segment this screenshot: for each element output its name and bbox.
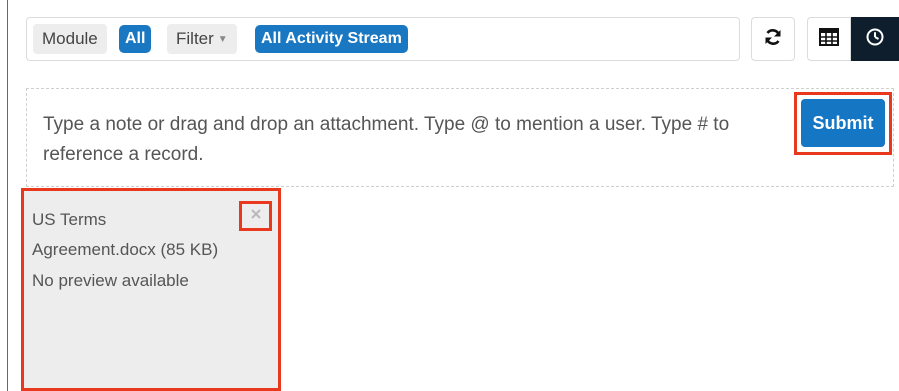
- list-view-button[interactable]: [807, 17, 851, 61]
- activity-filter-toolbar: Module All Filter ▼ All Activity Stream: [26, 17, 740, 61]
- remove-attachment-button[interactable]: [239, 201, 272, 231]
- module-value-pill[interactable]: All: [119, 25, 152, 53]
- close-icon: [250, 207, 262, 225]
- note-composer[interactable]: Type a note or drag and drop an attachme…: [26, 88, 894, 187]
- refresh-icon: [763, 27, 783, 52]
- clock-icon: [865, 27, 885, 52]
- attachment-name-line1: US Terms: [32, 210, 107, 229]
- refresh-button[interactable]: [751, 17, 795, 61]
- chevron-down-icon: ▼: [217, 34, 228, 45]
- note-input-placeholder[interactable]: Type a note or drag and drop an attachme…: [43, 110, 783, 170]
- attachment-name-line2: Agreement.docx (85 KB): [32, 240, 219, 259]
- attachment-preview-text: No preview available: [32, 271, 189, 290]
- table-icon: [819, 27, 839, 51]
- left-border-rule: [7, 0, 8, 391]
- submit-button[interactable]: Submit: [801, 99, 885, 147]
- module-label[interactable]: Module: [33, 24, 107, 54]
- filter-label: Filter: [176, 29, 214, 48]
- filter-value-pill[interactable]: All Activity Stream: [255, 25, 408, 53]
- filter-dropdown[interactable]: Filter ▼: [167, 24, 237, 54]
- activity-stream-view-button[interactable]: [851, 17, 899, 61]
